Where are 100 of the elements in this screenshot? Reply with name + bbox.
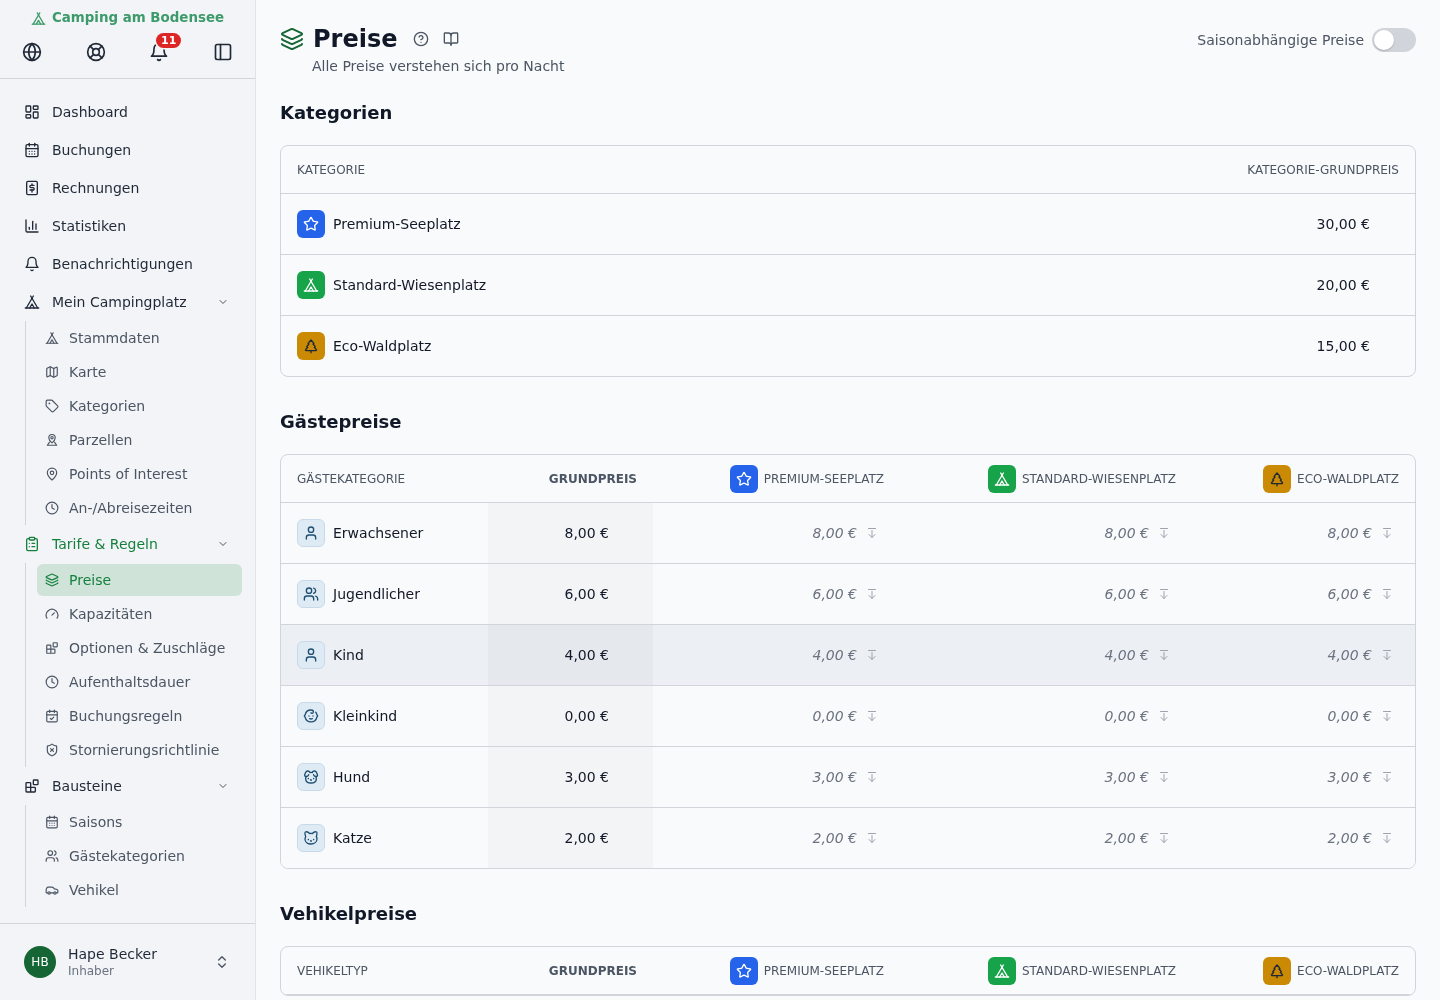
column-header: GÄSTEKATEGORIE: [281, 455, 488, 503]
nav-subitem[interactable]: Gästekategorien: [37, 840, 242, 872]
category-name: Premium-Seeplatz: [333, 216, 461, 232]
category-price: 2,00 €: [1327, 830, 1372, 846]
side-panel-icon: [213, 42, 234, 62]
arrow-down-from-line-icon: [866, 588, 878, 600]
calendar-check-icon: [45, 709, 59, 723]
notification-badge: 11: [156, 33, 182, 48]
nav-item[interactable]: Dashboard: [0, 93, 255, 131]
category-price: 4,00 €: [1104, 647, 1149, 663]
category-price: 8,00 €: [812, 525, 857, 541]
nav-subitem[interactable]: Kategorien: [37, 390, 242, 422]
nav-subitem[interactable]: Optionen & Zuschläge: [37, 632, 242, 664]
base-price-cell: 0,00 €: [488, 685, 653, 747]
section-title: Kategorien: [280, 102, 394, 124]
nav-item[interactable]: Bausteine: [0, 767, 255, 805]
user-icon: [297, 519, 325, 547]
help-button[interactable]: [412, 31, 429, 47]
category-price: 15,00 €: [848, 315, 1415, 376]
base-price-cell: 3,00 €: [488, 746, 653, 808]
nav-subitem[interactable]: Karte: [37, 356, 242, 388]
blocks-icon: [45, 641, 59, 655]
toggle-label: Saisonabhängige Preise: [1197, 32, 1364, 48]
category-price: 2,00 €: [1104, 830, 1149, 846]
arrow-down-from-line-icon: [1158, 649, 1170, 661]
notifications-button[interactable]: 11: [143, 32, 183, 68]
users-icon: [45, 849, 59, 863]
arrow-down-from-line-icon: [1381, 771, 1393, 783]
category-price: 6,00 €: [1104, 586, 1149, 602]
tent-icon: [45, 331, 59, 345]
layers-icon: [45, 573, 59, 587]
arrow-down-from-line-icon: [866, 771, 878, 783]
nav-item[interactable]: Mein Campingplatz: [0, 283, 255, 321]
arrow-down-from-line-icon: [866, 832, 878, 844]
nav-item[interactable]: Buchungen: [0, 131, 255, 169]
column-header: STANDARD-WIESENPLATZ: [1021, 963, 1176, 978]
nav-subitem[interactable]: Parzellen: [37, 424, 242, 456]
lifebuoy-icon: [85, 42, 106, 62]
column-header: ECO-WALDPLATZ: [1297, 963, 1399, 978]
column-header: KATEGORIE: [281, 146, 848, 194]
guest-category-name: Kind: [333, 647, 364, 663]
column-header: PREMIUM-SEEPLATZ: [763, 963, 884, 978]
arrow-down-from-line-icon: [1381, 832, 1393, 844]
nav-subitem[interactable]: Points of Interest: [37, 458, 242, 490]
dog-icon: [297, 763, 325, 791]
bar-chart-icon: [24, 218, 40, 234]
category-price: 6,00 €: [1327, 586, 1372, 602]
category-name: Standard-Wiesenplatz: [333, 277, 487, 293]
baby-face-icon: [297, 702, 325, 730]
category-price: 30,00 €: [848, 193, 1415, 255]
nav-subitem[interactable]: Vehikel: [37, 874, 242, 906]
category-price: 4,00 €: [812, 647, 857, 663]
user-name: Hape Becker: [68, 945, 157, 963]
nav-subitem[interactable]: Saisons: [37, 806, 242, 838]
category-price: 8,00 €: [1104, 525, 1149, 541]
column-header: VEHIKELTYP: [281, 947, 488, 995]
map-pin-icon: [45, 467, 59, 481]
category-price: 6,00 €: [812, 586, 857, 602]
guest-category-name: Katze: [333, 830, 372, 846]
nav-item[interactable]: Statistiken: [0, 207, 255, 245]
globe-icon: [21, 42, 42, 62]
section-title: Vehikelpreise: [280, 903, 419, 925]
seasonal-prices-toggle[interactable]: [1372, 28, 1416, 52]
page-subtitle: Alle Preise verstehen sich pro Nacht: [312, 57, 565, 76]
nav-item[interactable]: Tarife & Regeln: [0, 525, 255, 563]
nav-item[interactable]: Benachrichtigungen: [0, 245, 255, 283]
nav-subitem[interactable]: Aufenthaltsdauer: [37, 666, 242, 698]
clock-icon: [45, 675, 59, 689]
base-price-cell: 2,00 €: [488, 807, 653, 868]
arrow-down-from-line-icon: [866, 710, 878, 722]
documentation-button[interactable]: [442, 31, 459, 47]
nav-item[interactable]: Rechnungen: [0, 169, 255, 207]
nav-subitem[interactable]: An-/Abreisezeiten: [37, 492, 242, 524]
nav-subitem[interactable]: Stammdaten: [37, 322, 242, 354]
nav-subitem[interactable]: Buchungsregeln: [37, 700, 242, 732]
category-price: 20,00 €: [848, 254, 1415, 316]
category-price: 3,00 €: [1104, 769, 1149, 785]
category-price: 0,00 €: [1327, 708, 1372, 724]
layers-icon: [280, 27, 304, 51]
clipboard-icon: [24, 536, 40, 552]
bell-icon: [24, 256, 40, 272]
category-price: 4,00 €: [1327, 647, 1372, 663]
base-price-cell: 8,00 €: [488, 502, 653, 564]
help-icon: [412, 31, 429, 47]
grid-icon: [24, 104, 40, 120]
map-icon: [45, 365, 59, 379]
category-price: 2,00 €: [812, 830, 857, 846]
arrow-down-from-line-icon: [1381, 527, 1393, 539]
base-price-cell: 4,00 €: [488, 624, 653, 686]
tent-icon: [30, 10, 46, 26]
category-price: 3,00 €: [812, 769, 857, 785]
category-price: 0,00 €: [1104, 708, 1149, 724]
shield-x-icon: [45, 743, 59, 757]
book-icon: [442, 31, 459, 47]
nav-subitem[interactable]: Preise: [37, 564, 242, 596]
nav-subitem[interactable]: Kapazitäten: [37, 598, 242, 630]
nav-subitem[interactable]: Stornierungsrichtlinie: [37, 734, 242, 766]
user-icon: [297, 641, 325, 669]
category-name: Eco-Waldplatz: [333, 338, 432, 354]
column-header: STANDARD-WIESENPLATZ: [1021, 471, 1176, 486]
